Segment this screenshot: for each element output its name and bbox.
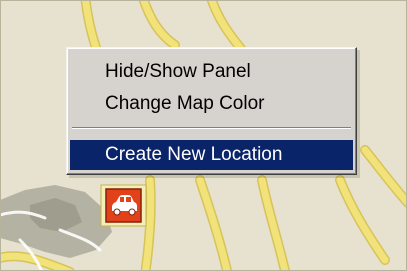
road (196, 176, 231, 271)
context-menu: Hide/Show Panel Change Map Color Create … (66, 47, 357, 175)
road (208, 0, 246, 54)
menu-separator (72, 127, 351, 129)
car-icon (100, 184, 147, 227)
location-marker[interactable] (100, 184, 147, 227)
road (336, 176, 389, 264)
menu-item-create-new-location[interactable]: Create New Location (70, 140, 353, 170)
menu-item-change-map-color[interactable]: Change Map Color (70, 88, 353, 120)
menu-item-hide-show-panel[interactable]: Hide/Show Panel (70, 56, 353, 88)
road (258, 176, 289, 271)
road (361, 146, 407, 207)
